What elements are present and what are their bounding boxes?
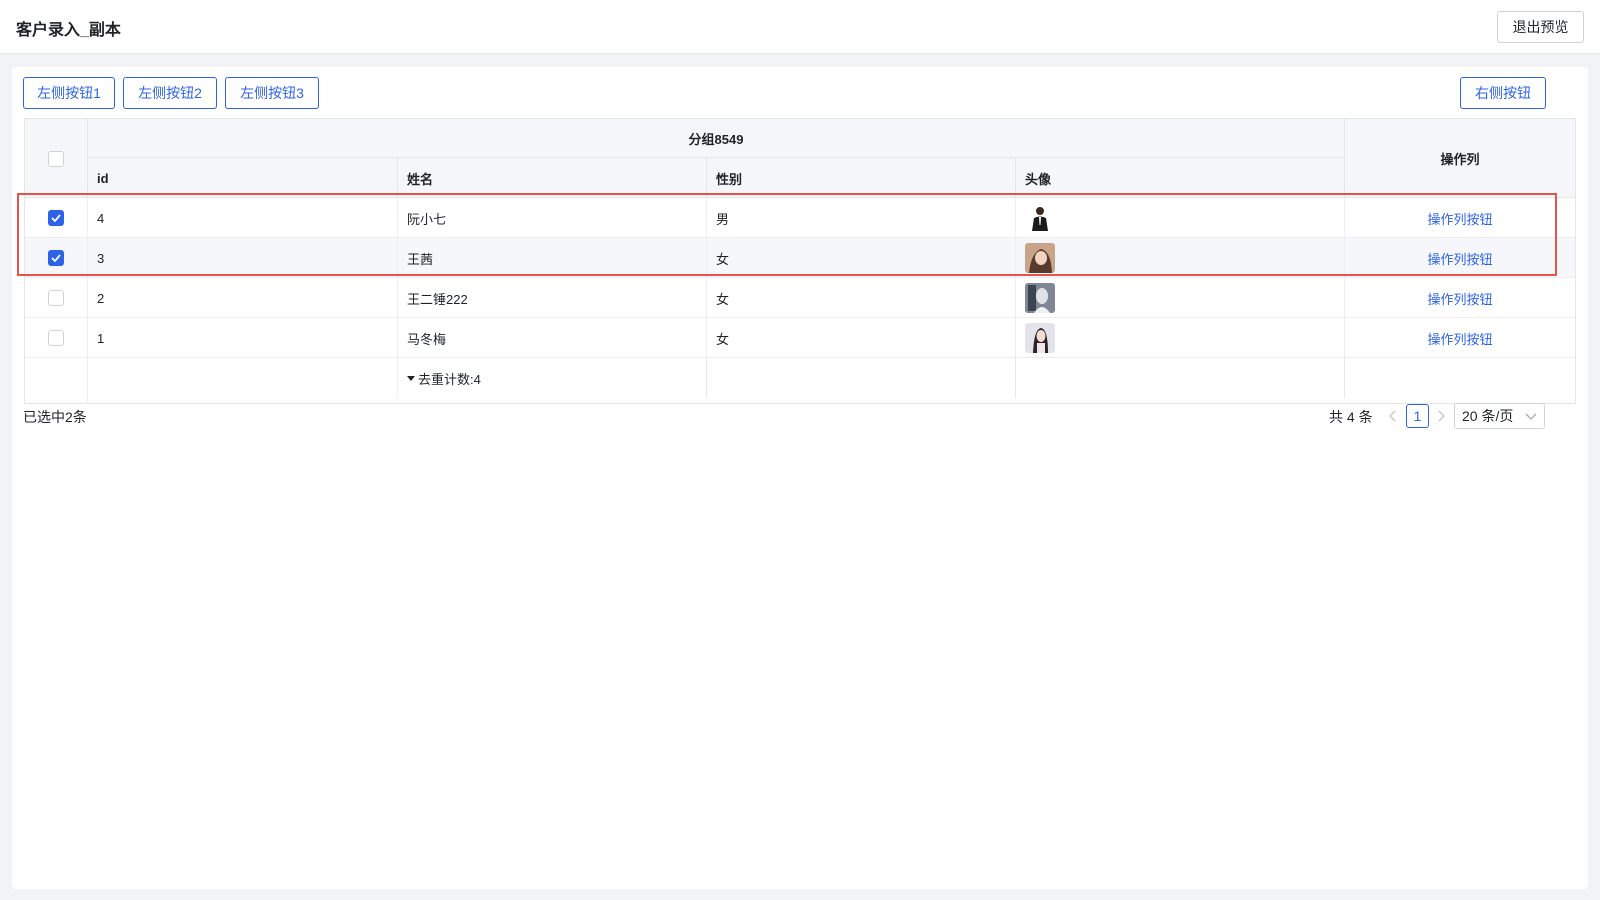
row-operation-button[interactable]: 操作列按钮	[1344, 318, 1575, 358]
right-button[interactable]: 右侧按钮	[1460, 77, 1546, 109]
caret-down-icon	[407, 375, 415, 381]
select-all-cell	[25, 119, 88, 198]
cell-id: 4	[97, 210, 105, 226]
cell-id: 3	[97, 250, 105, 266]
cell-gender: 女	[706, 238, 1015, 278]
page-size-select[interactable]: 20 条/页	[1454, 403, 1545, 429]
cell-name: 王茜	[397, 238, 706, 278]
select-all-checkbox[interactable]	[48, 150, 64, 167]
chevron-right-icon	[1438, 410, 1445, 422]
content-card: 左侧按钮1 左侧按钮2 左侧按钮3 右侧按钮 分组8549 id 姓名 性别 头…	[12, 67, 1588, 889]
left-button-2[interactable]: 左侧按钮2	[123, 77, 217, 109]
total-count: 共 4 条	[1329, 409, 1373, 425]
selected-count: 已选中2条	[23, 409, 87, 425]
row-checkbox-cell	[25, 318, 88, 358]
column-divider	[1344, 358, 1345, 398]
data-table: 分组8549 id 姓名 性别 头像 操作列 4 阮小七 男 操作列按钮 3 王…	[24, 118, 1576, 404]
cell-avatar	[1015, 238, 1344, 278]
avatar-woman-1[interactable]	[1025, 243, 1055, 273]
group-header: 分组8549	[88, 119, 1344, 158]
left-button-3[interactable]: 左侧按钮3	[225, 77, 319, 109]
page-size-value: 20 条/页	[1462, 408, 1514, 424]
row-checkbox[interactable]	[48, 290, 64, 306]
column-divider	[1015, 358, 1016, 398]
column-header-id[interactable]: id	[88, 158, 397, 198]
left-button-1[interactable]: 左侧按钮1	[23, 77, 115, 109]
cell-avatar	[1015, 198, 1344, 238]
avatar-woman-3[interactable]	[1025, 323, 1055, 353]
table-row[interactable]: 1 马冬梅 女 操作列按钮	[25, 318, 1575, 358]
cell-id: 2	[97, 290, 105, 306]
cell-name: 王二锤222	[397, 278, 706, 318]
column-divider	[706, 358, 707, 398]
dedupe-count-summary[interactable]: 去重计数:4	[397, 358, 706, 398]
column-header-name[interactable]: 姓名	[397, 158, 706, 198]
cell-name: 阮小七	[397, 198, 706, 238]
row-checkbox-cell	[25, 238, 88, 278]
check-icon	[51, 214, 61, 222]
cell-id: 1	[97, 330, 105, 346]
row-checkbox[interactable]	[48, 210, 64, 226]
table-row[interactable]: 4 阮小七 男 操作列按钮	[25, 198, 1575, 238]
page-header: 客户录入_副本 退出预览	[0, 0, 1600, 54]
cell-avatar	[1015, 318, 1344, 358]
check-icon	[51, 254, 61, 262]
row-operation-button[interactable]: 操作列按钮	[1344, 198, 1575, 238]
exit-preview-button[interactable]: 退出预览	[1497, 11, 1584, 43]
prev-page-button[interactable]	[1385, 406, 1401, 426]
row-checkbox[interactable]	[48, 330, 64, 346]
column-header-gender[interactable]: 性别	[706, 158, 1015, 198]
summary-row: 去重计数:4	[25, 358, 1575, 404]
row-operation-button[interactable]: 操作列按钮	[1344, 278, 1575, 318]
page-title: 客户录入_副本	[16, 22, 121, 39]
chevron-down-icon	[1525, 413, 1537, 420]
row-checkbox[interactable]	[48, 250, 64, 266]
avatar-man-suit[interactable]	[1025, 203, 1055, 233]
table-row[interactable]: 2 王二锤222 女 操作列按钮	[25, 278, 1575, 318]
chevron-left-icon	[1389, 410, 1396, 422]
next-page-button[interactable]	[1433, 406, 1449, 426]
row-operation-button[interactable]: 操作列按钮	[1344, 238, 1575, 278]
avatar-woman-2[interactable]	[1025, 283, 1055, 313]
cell-gender: 女	[706, 278, 1015, 318]
page-1-button[interactable]: 1	[1406, 404, 1429, 428]
summary-empty-cell	[25, 358, 88, 404]
column-header-operation: 操作列	[1344, 119, 1575, 198]
cell-avatar	[1015, 278, 1344, 318]
row-checkbox-cell	[25, 198, 88, 238]
row-checkbox-cell	[25, 278, 88, 318]
table-row[interactable]: 3 王茜 女 操作列按钮	[25, 238, 1575, 278]
cell-gender: 女	[706, 318, 1015, 358]
cell-name: 马冬梅	[397, 318, 706, 358]
table-header: 分组8549 id 姓名 性别 头像 操作列	[25, 119, 1575, 198]
cell-gender: 男	[706, 198, 1015, 238]
column-header-avatar[interactable]: 头像	[1015, 158, 1344, 198]
dedupe-count-text: 去重计数:4	[418, 371, 481, 387]
